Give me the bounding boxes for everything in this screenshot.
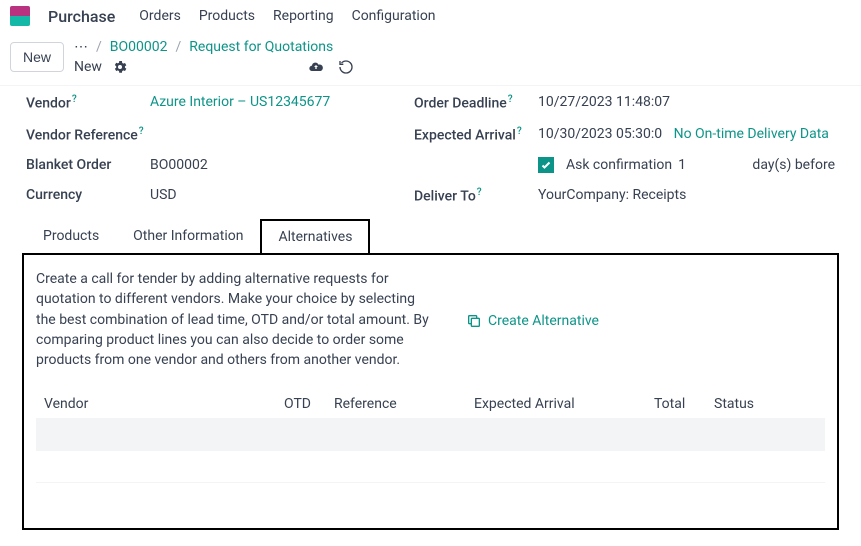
menu-orders[interactable]: Orders [139,8,181,24]
value-blanket-order[interactable]: BO00002 [150,157,410,173]
label-vendor: Vendor? [26,94,146,112]
col-vendor[interactable]: Vendor [44,396,284,412]
menu-products[interactable]: Products [199,8,255,24]
breadcrumb-order[interactable]: BO00002 [110,39,168,55]
help-icon[interactable]: ? [139,126,144,137]
breadcrumb-page[interactable]: Request for Quotations [189,39,333,55]
col-total[interactable]: Total [654,396,714,412]
label-order-deadline: Order Deadline? [414,94,534,112]
col-status[interactable]: Status [714,396,817,412]
help-icon[interactable]: ? [508,94,513,105]
status-new: New [74,59,102,75]
label-blanket-order: Blanket Order [26,157,146,173]
menu-configuration[interactable]: Configuration [352,8,436,24]
value-ask-confirmation-days[interactable]: 1 [678,157,686,173]
ask-confirmation-checkbox[interactable] [538,157,554,173]
top-nav: Purchase Orders Products Reporting Confi… [0,0,861,33]
value-order-deadline[interactable]: 10/27/2023 11:48:07 [538,94,835,112]
breadcrumb: ⋯ / BO00002 / Request for Quotations [74,39,851,55]
table-row [36,482,825,514]
tabs: Products Other Information Alternatives [26,219,835,253]
label-ask-confirmation: Ask confirmation [566,157,672,173]
cloud-upload-icon[interactable] [308,59,324,75]
table-header: Vendor OTD Reference Expected Arrival To… [36,390,825,418]
label-vendor-ref: Vendor Reference? [26,126,146,144]
create-alternative-button[interactable]: Create Alternative [466,271,599,370]
breadcrumb-more-icon[interactable]: ⋯ [74,39,88,55]
gear-icon[interactable] [112,59,128,75]
table-row [36,450,825,482]
tab-other-information[interactable]: Other Information [116,219,260,253]
value-vendor-ref[interactable] [150,126,410,144]
menu-reporting[interactable]: Reporting [273,8,334,24]
help-icon[interactable]: ? [72,94,77,105]
ask-confirmation-row: Ask confirmation 1 day(s) before [538,157,835,173]
discard-icon[interactable] [338,59,354,75]
value-deliver-to[interactable]: YourCompany: Receipts [538,187,835,205]
label-days-before: day(s) before [752,157,835,173]
value-currency[interactable]: USD [150,187,410,205]
value-expected-arrival[interactable]: 10/30/2023 05:30:0 No On-time Delivery D… [538,126,835,144]
sub-bar: New ⋯ / BO00002 / Request for Quotations… [0,33,861,85]
tab-products[interactable]: Products [26,219,116,253]
table-row [36,418,825,450]
label-currency: Currency [26,187,146,205]
alternatives-panel: Create a call for tender by adding alter… [22,253,839,530]
alternatives-table: Vendor OTD Reference Expected Arrival To… [36,390,825,514]
otd-link[interactable]: No On-time Delivery Data [674,126,829,142]
new-button[interactable]: New [10,42,64,72]
value-vendor[interactable]: Azure Interior – US12345677 [150,94,410,112]
form-grid: Vendor? Azure Interior – US12345677 Orde… [0,85,861,209]
col-expected[interactable]: Expected Arrival [474,396,654,412]
help-icon[interactable]: ? [477,187,482,198]
help-icon[interactable]: ? [517,126,522,137]
status-bar: New [74,59,851,75]
col-reference[interactable]: Reference [334,396,474,412]
label-deliver-to: Deliver To? [414,187,534,205]
alternatives-help-text: Create a call for tender by adding alter… [36,269,436,370]
copy-icon [466,313,482,329]
app-title: Purchase [48,7,115,26]
tab-alternatives[interactable]: Alternatives [260,219,370,253]
label-expected-arrival: Expected Arrival? [414,126,534,144]
app-logo [10,6,30,26]
col-otd[interactable]: OTD [284,396,334,412]
